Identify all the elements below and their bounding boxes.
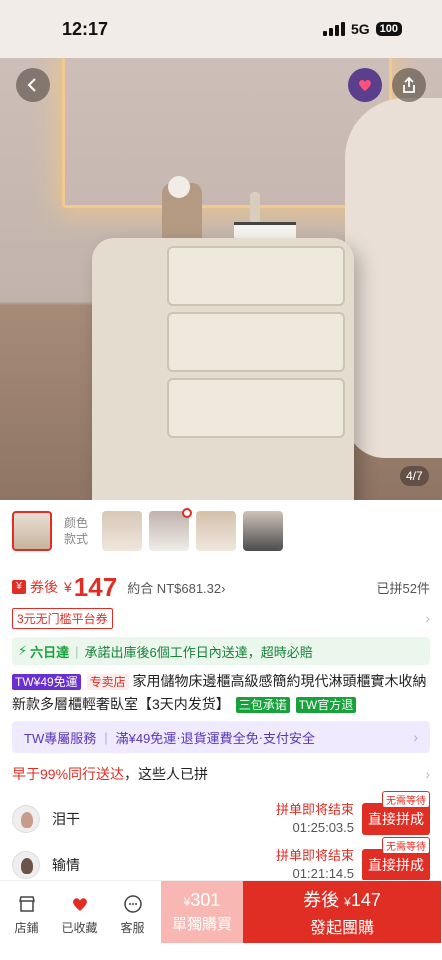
chevron-right-icon: › bbox=[425, 610, 430, 626]
join-group-button[interactable]: 无需等待 直接拼成 bbox=[362, 837, 430, 881]
start-group-buy-button[interactable]: 券後 ¥147 發起團購 bbox=[243, 881, 441, 943]
share-button[interactable] bbox=[392, 68, 426, 102]
avatar bbox=[12, 805, 40, 833]
tw-service-item: 支付安全 bbox=[263, 730, 316, 746]
product-image[interactable] bbox=[0, 58, 442, 500]
tw-service-bar[interactable]: TW專屬服務 | 滿¥49免運 · 退貨運費全免 · 支付安全 › bbox=[12, 721, 430, 753]
variant-selected-thumb[interactable] bbox=[12, 511, 52, 551]
group-status: 拼单即将结束 01:25:03.5 bbox=[275, 802, 354, 835]
buy-single-button[interactable]: ¥301 單獨購買 bbox=[161, 881, 243, 943]
bottom-action-bar: 店鋪 已收藏 客服 ¥301 單獨購買 券後 ¥147 發起團購 bbox=[0, 880, 442, 960]
status-time: 12:17 bbox=[62, 18, 109, 39]
drawer-top bbox=[167, 246, 345, 306]
ntd-price[interactable]: 約合 NT$681.32› bbox=[127, 578, 225, 597]
sold-count: 已拼52件 bbox=[376, 580, 430, 596]
battery-icon: 100 bbox=[375, 22, 402, 36]
cart-button[interactable] bbox=[348, 68, 382, 102]
signal-icon bbox=[322, 22, 345, 36]
wall-light-decor bbox=[62, 58, 392, 208]
group-status: 拼单即将结束 01:21:14.5 bbox=[275, 848, 354, 881]
variant-thumb[interactable] bbox=[243, 511, 283, 551]
store-tag: 专卖店 bbox=[86, 674, 129, 690]
heart-logo-icon bbox=[359, 79, 371, 91]
ranking-highlight: 早于99%同行送达 bbox=[12, 766, 125, 782]
drawer-bottom bbox=[167, 378, 345, 438]
coupon-icon: ¥ bbox=[12, 580, 26, 594]
drawer-middle bbox=[167, 312, 345, 372]
store-button[interactable]: 店鋪 bbox=[0, 881, 53, 960]
status-bar: 12:17 5G 100 bbox=[0, 0, 442, 58]
group-buy-header[interactable]: 早于99%同行送达 ，这些人已拼 › bbox=[12, 763, 430, 785]
books-decor bbox=[234, 222, 296, 238]
avatar bbox=[12, 851, 40, 879]
tw-service-label: TW專屬服務 bbox=[24, 730, 97, 746]
bolt-icon: ⚡ bbox=[18, 643, 28, 658]
shipping-note: 承諾出庫後6個工作日內送達，超時必賠 bbox=[84, 644, 313, 660]
variant-thumb[interactable] bbox=[196, 511, 236, 551]
new-dot-icon bbox=[182, 508, 192, 518]
price-currency: ¥ bbox=[64, 579, 72, 595]
variant-thumb[interactable] bbox=[102, 511, 142, 551]
image-counter: 4/7 bbox=[400, 466, 429, 486]
group-buy-row: 泪干 拼单即将结束 01:25:03.5 无需等待 直接拼成 bbox=[12, 791, 430, 844]
variant-label: 颜色 款式 bbox=[64, 516, 89, 546]
free-shipping-tag: TW¥49免運 bbox=[12, 674, 81, 690]
divider: | bbox=[75, 643, 79, 659]
chevron-left-icon bbox=[27, 78, 36, 92]
candle-decor bbox=[250, 192, 260, 224]
nightstand bbox=[92, 238, 354, 500]
price-row: ¥ 券後 ¥ 147 約合 NT$681.32› 已拼52件 bbox=[12, 570, 430, 604]
group-user-name: 输情 bbox=[52, 857, 80, 873]
bed-headboard bbox=[345, 98, 442, 458]
tw-service-item: 退貨運費全免 bbox=[180, 730, 259, 746]
store-icon bbox=[17, 893, 37, 915]
share-icon bbox=[403, 76, 415, 93]
price-value: 147 bbox=[73, 571, 118, 602]
coupon-tag[interactable]: 3元无门槛平台券 bbox=[12, 607, 113, 629]
tw-return-tag: TW官方退 bbox=[295, 697, 357, 713]
guarantee-tag: 三包承诺 bbox=[235, 697, 290, 713]
price-label: 券後 bbox=[30, 579, 58, 595]
shipping-speed: 六日達 bbox=[30, 644, 70, 660]
group-timer: 01:25:03.5 bbox=[292, 820, 354, 835]
back-button[interactable] bbox=[16, 68, 50, 102]
chat-icon bbox=[123, 893, 143, 915]
join-group-button[interactable]: 无需等待 直接拼成 bbox=[362, 791, 430, 835]
variant-selector: 颜色 款式 bbox=[0, 500, 442, 562]
chevron-right-icon: › bbox=[425, 766, 430, 782]
customer-service-button[interactable]: 客服 bbox=[106, 881, 159, 960]
ranking-text: ，这些人已拼 bbox=[124, 766, 209, 782]
chevron-right-icon: › bbox=[413, 729, 418, 745]
network-label: 5G bbox=[350, 21, 370, 37]
sculpture-ball bbox=[168, 176, 190, 198]
status-indicators: 5G 100 bbox=[322, 21, 402, 37]
product-title: TW¥49免運 专卖店 家用儲物床邊櫃高級感簡約現代淋頭櫃實木收納新款多層櫃輕奢… bbox=[12, 670, 432, 716]
heart-icon bbox=[70, 893, 90, 915]
group-user-name: 泪干 bbox=[52, 811, 80, 827]
coupon-row[interactable]: 3元无门槛平台券 › bbox=[12, 607, 430, 629]
no-wait-badge: 无需等待 bbox=[382, 791, 430, 808]
shipping-bar[interactable]: ⚡ 六日達 | 承諾出庫後6個工作日內送達，超時必賠 bbox=[12, 637, 430, 665]
no-wait-badge: 无需等待 bbox=[382, 837, 430, 854]
tw-service-item: 滿¥49免運 bbox=[115, 730, 177, 746]
favorite-button[interactable]: 已收藏 bbox=[53, 881, 106, 960]
variant-thumb[interactable] bbox=[149, 508, 192, 551]
